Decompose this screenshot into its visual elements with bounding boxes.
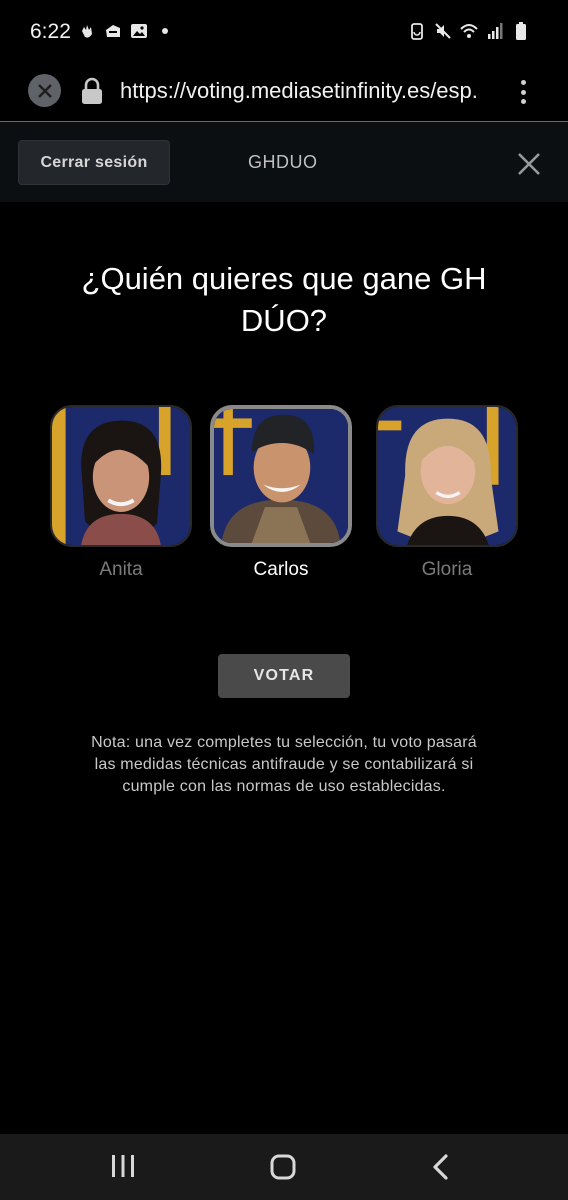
candidate-card-anita[interactable]: Anita bbox=[50, 405, 192, 581]
vote-button[interactable]: VOTAR bbox=[218, 654, 350, 698]
candidate-photo[interactable] bbox=[376, 405, 518, 547]
image-icon bbox=[131, 24, 147, 38]
candidate-name: Gloria bbox=[421, 559, 473, 580]
dot-icon bbox=[162, 28, 168, 34]
mute-icon bbox=[435, 23, 451, 39]
candidate-photo[interactable] bbox=[210, 405, 352, 547]
candidate-card-carlos[interactable]: Carlos bbox=[210, 405, 352, 581]
system-navigation-bar bbox=[0, 1134, 568, 1200]
home-icon[interactable] bbox=[270, 1154, 296, 1180]
close-icon[interactable] bbox=[515, 150, 543, 178]
candidate-name: Anita bbox=[99, 559, 143, 580]
app-header: Cerrar sesión GHDUO bbox=[0, 122, 568, 202]
notification-icon bbox=[106, 25, 120, 37]
close-tab-button[interactable] bbox=[28, 74, 61, 107]
url-field[interactable]: https://voting.mediasetinfinity.es/esp. bbox=[120, 78, 492, 104]
status-bar: 6:22 bbox=[0, 0, 568, 62]
signal-icon bbox=[488, 23, 503, 39]
hand-icon bbox=[82, 25, 92, 38]
status-right-icons bbox=[408, 22, 530, 40]
recent-apps-icon[interactable] bbox=[110, 1154, 136, 1178]
back-icon[interactable] bbox=[430, 1153, 452, 1181]
page-title: ¿Quién quieres que gane GH DÚO? bbox=[81, 261, 487, 338]
candidate-portrait-image bbox=[214, 409, 348, 543]
close-icon bbox=[37, 83, 52, 98]
header-title: GHDUO bbox=[248, 152, 318, 172]
candidate-card-gloria[interactable]: Gloria bbox=[376, 405, 518, 581]
browser-menu-icon[interactable] bbox=[512, 76, 534, 108]
status-left-icons bbox=[78, 22, 174, 40]
candidate-photo[interactable] bbox=[50, 405, 192, 547]
candidate-portrait-image bbox=[52, 407, 190, 545]
battery-saver-icon bbox=[411, 23, 423, 40]
lock-icon[interactable] bbox=[80, 77, 104, 105]
candidate-portrait-image bbox=[378, 407, 516, 545]
wifi-icon bbox=[460, 24, 478, 38]
browser-url-bar: https://voting.mediasetinfinity.es/esp. bbox=[0, 62, 568, 122]
status-time: 6:22 bbox=[30, 20, 71, 43]
logout-button[interactable]: Cerrar sesión bbox=[18, 140, 170, 185]
battery-icon bbox=[516, 22, 526, 40]
disclaimer-note: Nota: una vez completes tu selección, tu… bbox=[91, 734, 477, 795]
candidate-name: Carlos bbox=[253, 559, 309, 580]
